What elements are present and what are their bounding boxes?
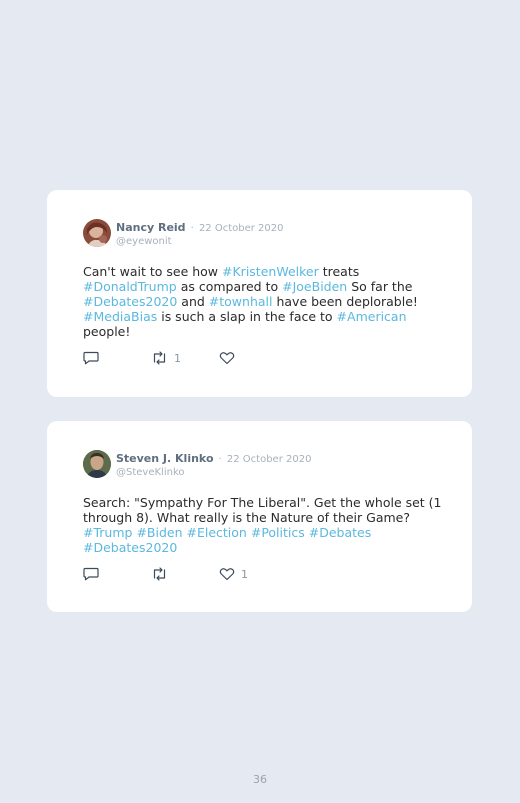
page-number: 36 [253,773,267,786]
author-block: Nancy Reid · 22 October 2020 @eyewonit [116,219,284,248]
tweet-text-run: and [177,294,209,309]
tweet-card: Nancy Reid · 22 October 2020 @eyewonit C… [47,190,472,397]
author-block: Steven J. Klinko · 22 October 2020 @Stev… [116,450,311,479]
reply-button[interactable] [83,351,151,365]
retweet-icon [151,351,168,365]
hashtag-link[interactable]: #Politics [251,525,305,540]
hashtag-link[interactable]: #Debates2020 [83,540,177,555]
hashtag-link[interactable]: #townhall [209,294,273,309]
tweet-text-run: treats [318,264,360,279]
tweet-date: 22 October 2020 [226,453,312,465]
retweet-button[interactable] [151,567,219,581]
tweet-text-run: is such a slap in the face to [157,309,337,324]
hashtag-link[interactable]: #DonaldTrump [83,279,177,294]
heart-icon [219,351,235,365]
retweet-button[interactable]: 1 [151,351,219,365]
tweet-text-run: Search: "Sympathy For The Liberal". Get … [83,495,442,525]
hashtag-link[interactable]: #Biden [136,525,182,540]
separator-dot: · [190,222,194,234]
author-name[interactable]: Nancy Reid [116,221,186,234]
heart-icon [219,567,235,581]
like-button[interactable] [219,351,287,365]
reply-icon [83,567,99,581]
retweet-count: 1 [174,351,181,365]
tweet-text: Can't wait to see how #KristenWelker tre… [83,264,443,339]
separator-dot: · [218,453,222,465]
tweet-text-run: Can't wait to see how [83,264,223,279]
reply-icon [83,351,99,365]
tweet-header: Nancy Reid · 22 October 2020 @eyewonit [83,218,436,248]
tweet-date: 22 October 2020 [198,222,284,234]
hashtag-link[interactable]: #American [337,309,407,324]
hashtag-link[interactable]: #Debates2020 [83,294,177,309]
tweet-text-run: have been deplorable! [272,294,418,309]
tweet-actions: 1 [83,567,287,581]
author-handle[interactable]: @SteveKlinko [116,466,311,479]
tweet-actions: 1 [83,351,287,365]
tweet-text-run: So far the [347,279,413,294]
author-handle[interactable]: @eyewonit [116,235,284,248]
hashtag-link[interactable]: #JoeBiden [282,279,347,294]
tweet-text-run: people! [83,324,131,339]
hashtag-link[interactable]: #KristenWelker [222,264,319,279]
retweet-icon [151,567,168,581]
hashtag-link[interactable]: #Trump [83,525,132,540]
avatar[interactable] [83,450,111,478]
tweet-card: Steven J. Klinko · 22 October 2020 @Stev… [47,421,472,612]
reply-button[interactable] [83,567,151,581]
tweet-text-run: as compared to [176,279,283,294]
tweet-text: Search: "Sympathy For The Liberal". Get … [83,495,443,555]
hashtag-link[interactable]: #Debates [309,525,372,540]
like-button[interactable]: 1 [219,567,287,581]
avatar[interactable] [83,219,111,247]
tweet-header: Steven J. Klinko · 22 October 2020 @Stev… [83,449,436,479]
hashtag-link[interactable]: #Election [187,525,247,540]
author-name[interactable]: Steven J. Klinko [116,452,214,465]
like-count: 1 [241,567,248,581]
hashtag-link[interactable]: #MediaBias [83,309,157,324]
